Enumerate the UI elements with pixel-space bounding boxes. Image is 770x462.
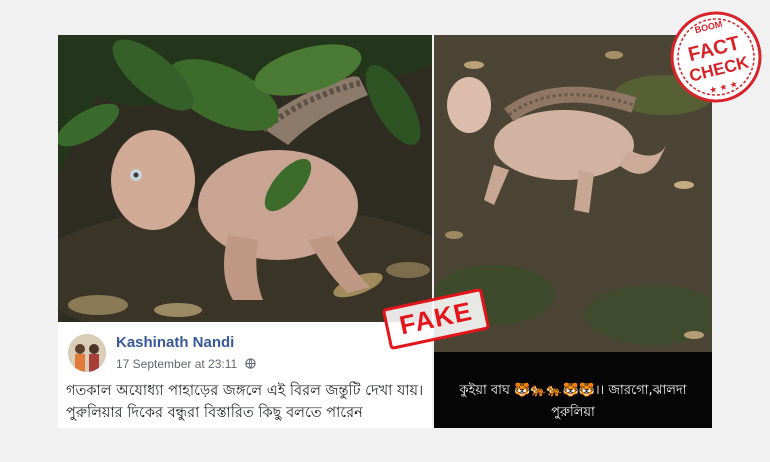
caption2-line-1: কুইয়া বাঘ 🐯🐅🐅🐯🐯।। জারগো,ঝালদা bbox=[459, 383, 687, 398]
social-post: Kashinath Nandi 17 September at 23:11 গত… bbox=[58, 35, 432, 428]
timestamp-text: 17 September at 23:11 bbox=[116, 357, 238, 371]
post-photo bbox=[58, 35, 432, 345]
post-caption: গতকাল অযোধ্যা পাহাড়ের জঙ্গলে এই বিরল জন… bbox=[66, 380, 426, 424]
author-name[interactable]: Kashinath Nandi bbox=[116, 334, 234, 351]
caption-line-1: গতকাল অযোধ্যা পাহাড়ের জঙ্গলে এই বিরল জন… bbox=[66, 383, 424, 399]
post-meta: Kashinath Nandi 17 September at 23:11 গত… bbox=[58, 322, 432, 428]
globe-icon bbox=[244, 357, 256, 371]
caption2-line-2: পুরুলিয়া bbox=[551, 405, 595, 420]
post-timestamp[interactable]: 17 September at 23:11 bbox=[116, 357, 256, 371]
second-photo-caption: কুইয়া বাঘ 🐯🐅🐅🐯🐯।। জারগো,ঝালদা পুরুলিয়া bbox=[434, 352, 712, 428]
avatar[interactable] bbox=[68, 334, 106, 372]
caption-line-2: পুরুলিয়ার দিকের বন্ধুরা বিস্তারিত কিছু … bbox=[66, 405, 363, 421]
boom-fact-check-seal-icon: BOOM FACT CHECK ★ ★ ★ bbox=[664, 5, 768, 109]
